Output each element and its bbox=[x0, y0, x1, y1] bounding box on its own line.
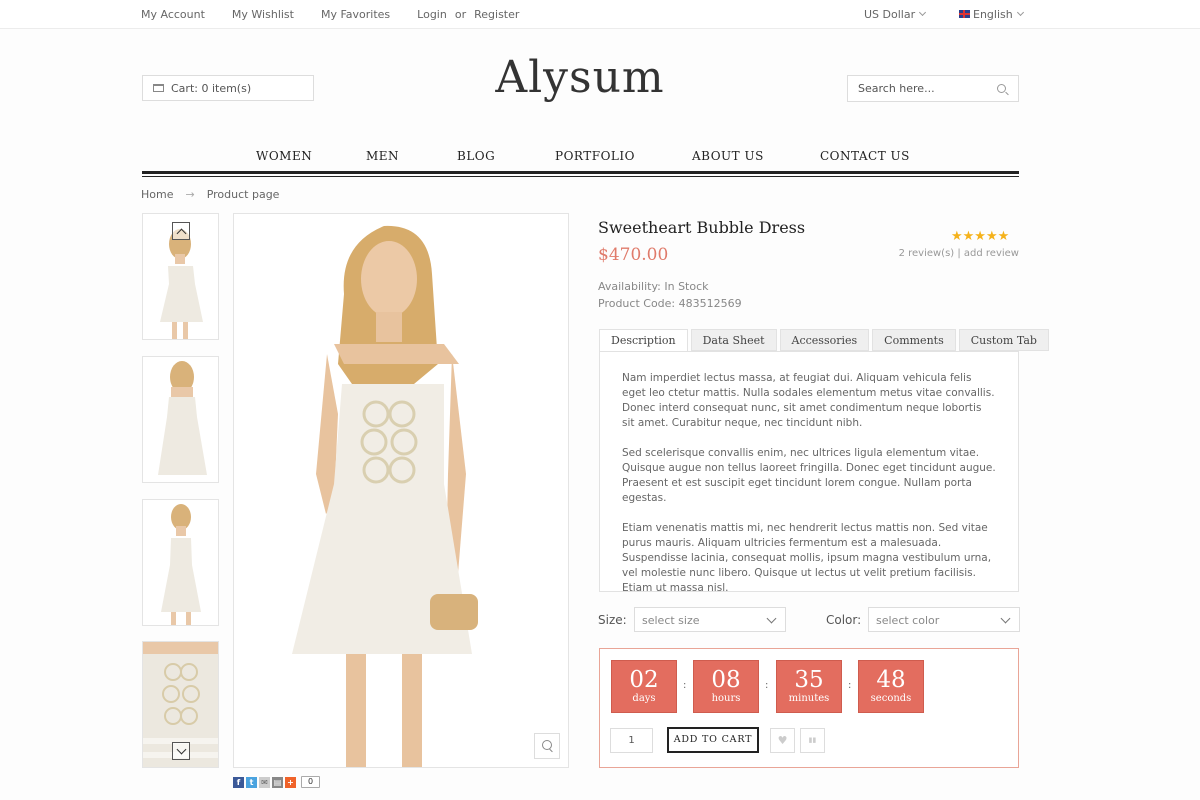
color-label: Color: bbox=[826, 613, 862, 627]
dress-front-thumbnail-image bbox=[143, 500, 218, 625]
product-title: Sweetheart Bubble Dress bbox=[598, 218, 806, 237]
countdown-hours: 08 hours bbox=[693, 660, 759, 713]
nav-divider bbox=[142, 171, 1019, 174]
product-code: Product Code: 483512569 bbox=[598, 297, 742, 310]
search-input[interactable]: Search here... bbox=[847, 75, 1019, 102]
arrow-right-icon: → bbox=[185, 188, 195, 201]
register-link[interactable]: Register bbox=[474, 8, 519, 21]
email-icon[interactable]: ✉ bbox=[259, 776, 270, 788]
currency-label: US Dollar bbox=[864, 8, 916, 21]
currency-selector[interactable]: US Dollar bbox=[864, 8, 927, 21]
countdown-separator: : bbox=[683, 680, 687, 691]
print-icon[interactable]: ▤ bbox=[272, 776, 283, 788]
tab-data-sheet[interactable]: Data Sheet bbox=[690, 329, 777, 351]
countdown-days: 02 days bbox=[611, 660, 677, 713]
nav-item-blog[interactable]: BLOG bbox=[457, 149, 495, 163]
countdown-separator: : bbox=[765, 680, 769, 691]
countdown-unit: days bbox=[632, 693, 656, 704]
description-paragraph: Nam imperdiet lectus massa, at feugiat d… bbox=[622, 372, 995, 429]
or-text: or bbox=[454, 8, 467, 21]
nav-item-about-us[interactable]: ABOUT US bbox=[692, 149, 764, 163]
breadcrumb-current: Product page bbox=[206, 188, 280, 201]
compare-chart-icon[interactable]: ▮▮ bbox=[800, 728, 825, 753]
nav-item-portfolio[interactable]: PORTFOLIO bbox=[555, 149, 635, 163]
add-to-cart-button[interactable]: ADD TO CART bbox=[667, 727, 759, 753]
countdown-seconds: 48 seconds bbox=[858, 660, 924, 713]
nav-item-contact-us[interactable]: CONTACT US bbox=[820, 149, 910, 163]
plus-share-icon[interactable]: + bbox=[285, 776, 296, 788]
language-selector[interactable]: English bbox=[959, 8, 1024, 21]
countdown-purchase-box: 02 days : 08 hours : 35 minutes : 48 sec… bbox=[599, 648, 1019, 768]
language-label: English bbox=[973, 8, 1013, 21]
dress-back-thumbnail-image bbox=[143, 357, 218, 482]
scroll-down-icon[interactable] bbox=[172, 742, 190, 760]
countdown-value: 35 bbox=[794, 667, 824, 693]
nav-divider-thin bbox=[142, 176, 1019, 177]
main-product-image[interactable] bbox=[233, 213, 569, 768]
breadcrumb: Home → Product page bbox=[141, 188, 279, 201]
chevron-down-icon bbox=[1000, 613, 1011, 624]
scroll-up-icon[interactable] bbox=[172, 222, 190, 240]
nav-item-men[interactable]: MEN bbox=[366, 149, 399, 163]
tab-custom[interactable]: Custom Tab bbox=[958, 329, 1049, 351]
tab-accessories[interactable]: Accessories bbox=[779, 329, 870, 351]
uk-flag-icon bbox=[959, 10, 970, 18]
availability: Availability: In Stock bbox=[598, 280, 709, 293]
chevron-down-icon bbox=[766, 613, 777, 624]
login-link[interactable]: Login bbox=[417, 8, 447, 21]
twitter-icon[interactable]: t bbox=[246, 776, 257, 788]
thumbnail-3[interactable] bbox=[142, 499, 219, 626]
main-nav: WOMEN MEN BLOG PORTFOLIO ABOUT US CONTAC… bbox=[142, 146, 1019, 177]
color-select[interactable]: select color bbox=[868, 607, 1020, 632]
account-links: My Account My Wishlist My Favorites Logi… bbox=[141, 8, 546, 21]
chevron-down-icon bbox=[1016, 8, 1024, 17]
thumbnail-4[interactable] bbox=[142, 641, 219, 768]
my-account-link[interactable]: My Account bbox=[141, 8, 205, 21]
countdown-value: 02 bbox=[629, 667, 659, 693]
size-select[interactable]: select size bbox=[634, 607, 786, 632]
zoom-icon[interactable] bbox=[534, 733, 560, 759]
top-bar: My Account My Wishlist My Favorites Logi… bbox=[0, 0, 1200, 29]
search-icon[interactable] bbox=[997, 84, 1006, 93]
facebook-icon[interactable]: f bbox=[233, 776, 244, 788]
tab-description[interactable]: Description bbox=[599, 329, 688, 352]
nav-item-women[interactable]: WOMEN bbox=[256, 149, 312, 163]
quantity-input[interactable]: 1 bbox=[610, 728, 653, 753]
countdown-unit: seconds bbox=[870, 693, 912, 704]
countdown-value: 08 bbox=[711, 667, 741, 693]
my-wishlist-link[interactable]: My Wishlist bbox=[232, 8, 294, 21]
thumbnail-1[interactable] bbox=[142, 213, 219, 340]
description-panel: Nam imperdiet lectus massa, at feugiat d… bbox=[599, 351, 1019, 594]
product-price: $470.00 bbox=[598, 245, 669, 265]
countdown-value: 48 bbox=[876, 667, 906, 693]
product-tabs: Description Data Sheet Accessories Comme… bbox=[599, 329, 1049, 352]
share-bar: f t ✉ ▤ + 0 bbox=[233, 776, 321, 788]
thumbnail-2[interactable] bbox=[142, 356, 219, 483]
color-select-value: select color bbox=[876, 614, 940, 627]
reviews-link[interactable]: 2 review(s) | add review bbox=[899, 248, 1019, 259]
model-in-dress-image bbox=[234, 214, 568, 767]
countdown-unit: hours bbox=[711, 693, 741, 704]
chevron-down-icon bbox=[919, 8, 927, 17]
description-paragraph: Etiam venenatis mattis mi, nec hendrerit… bbox=[622, 522, 992, 594]
wishlist-heart-icon[interactable]: ♥ bbox=[770, 728, 795, 753]
share-count: 0 bbox=[301, 776, 321, 788]
size-select-value: select size bbox=[642, 614, 700, 627]
size-label: Size: bbox=[598, 613, 627, 627]
countdown-minutes: 35 minutes bbox=[776, 660, 842, 713]
breadcrumb-home[interactable]: Home bbox=[141, 188, 173, 201]
rating-stars: ★★★★★ bbox=[951, 229, 1010, 244]
search-placeholder: Search here... bbox=[858, 82, 935, 95]
countdown-separator: : bbox=[848, 680, 852, 691]
description-paragraph: Sed scelerisque convallis enim, nec ultr… bbox=[622, 447, 996, 504]
tab-comments[interactable]: Comments bbox=[872, 329, 956, 351]
my-favorites-link[interactable]: My Favorites bbox=[321, 8, 390, 21]
countdown-unit: minutes bbox=[788, 693, 830, 704]
